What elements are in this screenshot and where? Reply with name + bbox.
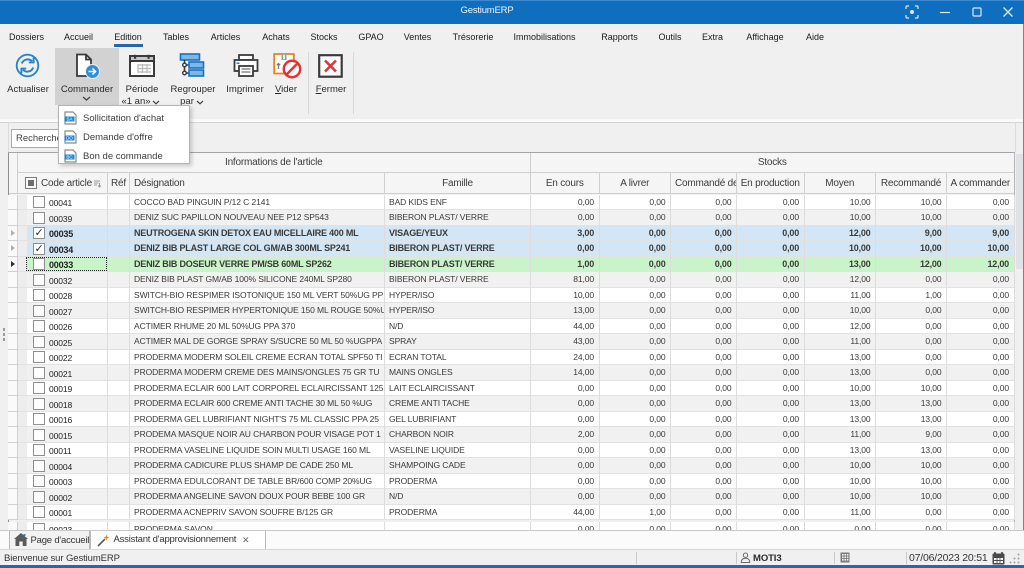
svg-text:BC: BC (66, 154, 73, 159)
svg-text:SA: SA (66, 116, 72, 121)
svg-text:DO: DO (66, 135, 73, 140)
